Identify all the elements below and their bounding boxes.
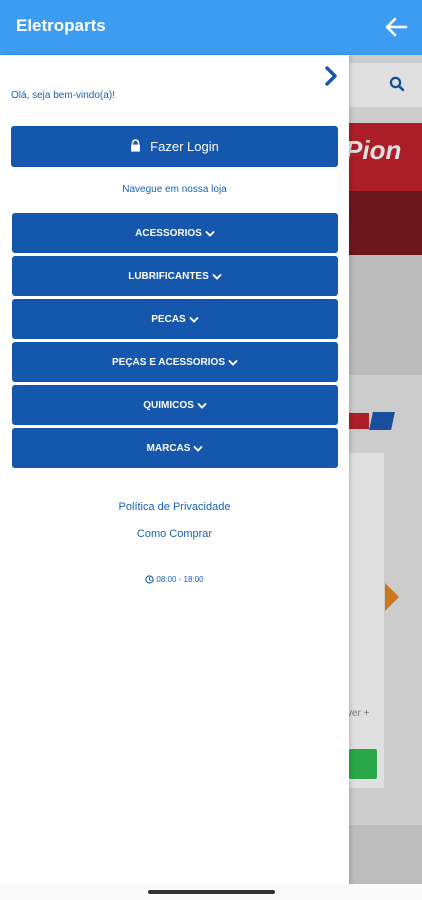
category-button-marcas[interactable]: MARCAS: [12, 428, 338, 468]
chevron-down-icon: [193, 445, 203, 452]
category-label: PEÇAS E ACESSORIOS: [112, 356, 225, 368]
hours-text: 08:00 - 18:00: [156, 575, 204, 584]
login-label: Fazer Login: [150, 139, 219, 154]
chevron-down-icon: [197, 402, 207, 409]
welcome-text: Olá, seja bem-vindo(a)!: [11, 90, 115, 101]
category-button-quimicos[interactable]: QUIMICOS: [12, 385, 338, 425]
category-label: MARCAS: [146, 442, 191, 454]
app-bar: Eletroparts: [0, 0, 422, 55]
category-label: PECAS: [151, 313, 186, 325]
category-button-lubrificantes[interactable]: LUBRIFICANTES: [12, 256, 338, 296]
nav-section-label: Navegue em nossa loja: [122, 184, 227, 195]
category-label: LUBRIFICANTES: [128, 270, 209, 282]
chevron-down-icon: [205, 230, 215, 237]
app-title: Eletroparts: [16, 16, 106, 35]
privacy-policy-link[interactable]: Política de Privacidade: [0, 501, 349, 513]
chevron-right-icon[interactable]: [320, 65, 342, 87]
business-hours: 08:00 - 18:00: [0, 575, 349, 584]
chevron-down-icon: [189, 316, 199, 323]
clock-icon: [145, 575, 155, 584]
login-button[interactable]: Fazer Login: [11, 126, 338, 167]
category-button-pecas-e-acessorios[interactable]: PEÇAS E ACESSORIOS: [12, 342, 338, 382]
navigation-drawer: Olá, seja bem-vindo(a)! Fazer Login Nave…: [0, 55, 349, 900]
how-to-buy-link[interactable]: Como Comprar: [0, 528, 349, 540]
category-button-acessorios[interactable]: ACESSORIOS: [12, 213, 338, 253]
category-list: ACESSORIOS LUBRIFICANTES PECAS PEÇAS E A…: [12, 213, 338, 471]
category-button-pecas[interactable]: PECAS: [12, 299, 338, 339]
lock-icon: [130, 138, 141, 155]
chevron-down-icon: [212, 273, 222, 280]
arrow-left-icon[interactable]: [382, 13, 410, 41]
category-label: ACESSORIOS: [135, 227, 202, 239]
drawer-scrim[interactable]: [349, 55, 422, 900]
gesture-handle[interactable]: [148, 890, 275, 894]
category-label: QUIMICOS: [143, 399, 194, 411]
chevron-down-icon: [228, 359, 238, 366]
